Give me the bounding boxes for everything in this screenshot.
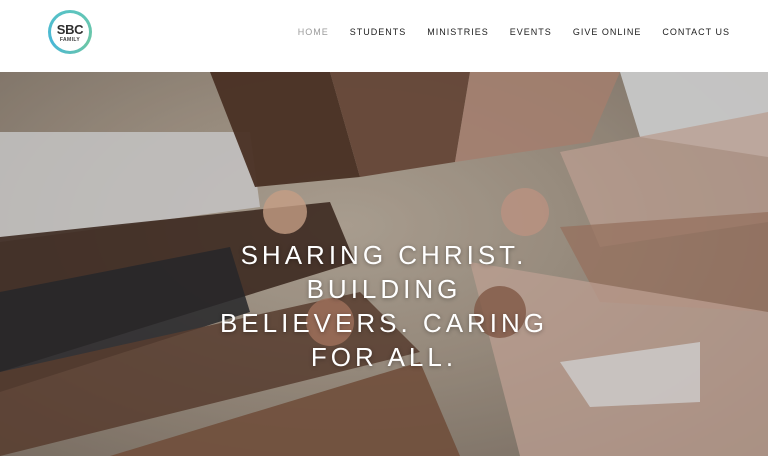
logo-sub-text: FAMILY: [59, 37, 81, 43]
nav-events[interactable]: EVENTS: [510, 27, 552, 37]
nav-give-online[interactable]: GIVE ONLINE: [573, 27, 642, 37]
hero-headline-line-3: BELIEVERS. CARING: [219, 308, 549, 338]
hero-headline-line-2: BUILDING: [306, 274, 462, 304]
main-nav: HOME STUDENTS MINISTRIES EVENTS GIVE ONL…: [277, 27, 730, 37]
hero-headline: SHARING CHRIST. BUILDING BELIEVERS. CARI…: [184, 238, 584, 374]
sbc-family-logo[interactable]: SBC FAMILY: [48, 10, 92, 54]
hero-headline-line-1: SHARING CHRIST.: [240, 240, 528, 270]
nav-contact-us[interactable]: CONTACT US: [662, 27, 730, 37]
hero-headline-line-4: FOR ALL.: [310, 342, 458, 372]
nav-ministries[interactable]: MINISTRIES: [427, 27, 489, 37]
logo-inner-circle: SBC FAMILY: [51, 13, 89, 51]
nav-home[interactable]: HOME: [298, 27, 329, 37]
logo-main-text: SBC: [56, 22, 84, 37]
nav-students[interactable]: STUDENTS: [350, 27, 407, 37]
top-navigation-bar: SBC FAMILY HOME STUDENTS MINISTRIES EVEN…: [0, 0, 768, 72]
hero-section: SHARING CHRIST. BUILDING BELIEVERS. CARI…: [0, 72, 768, 456]
